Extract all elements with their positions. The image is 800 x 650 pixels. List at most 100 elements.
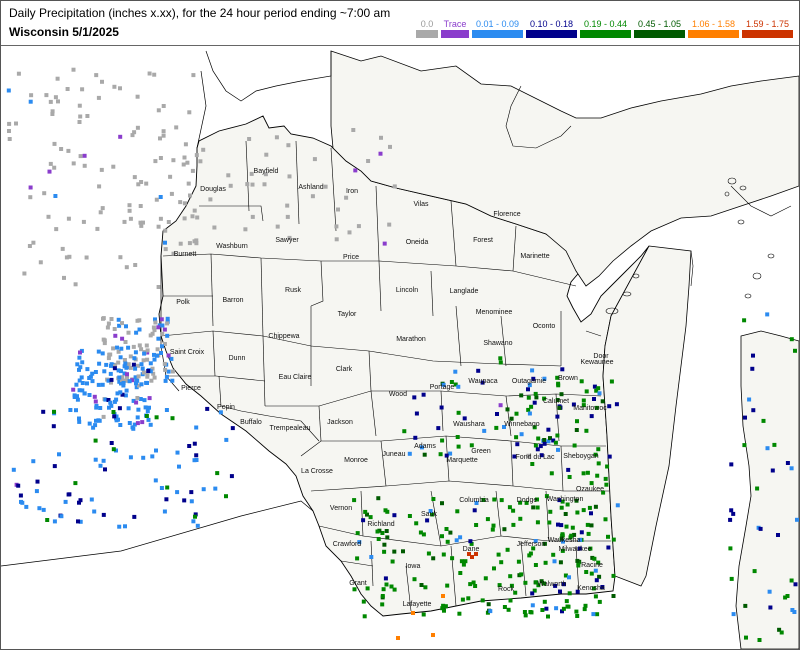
- precip-station: [28, 195, 33, 200]
- precip-station: [191, 519, 196, 524]
- precip-station: [334, 224, 339, 229]
- precip-station: [7, 129, 11, 133]
- precip-station: [7, 137, 12, 141]
- precip-station: [275, 224, 280, 229]
- precip-station: [141, 370, 146, 375]
- legend-item: 0.19 - 0.44: [580, 19, 631, 38]
- county-label: Sheboygan: [563, 453, 599, 460]
- precip-station: [77, 378, 82, 383]
- precip-station: [574, 609, 579, 614]
- precip-station: [118, 255, 123, 260]
- precip-station: [546, 614, 550, 619]
- precip-station: [526, 387, 530, 392]
- precip-station: [456, 384, 461, 389]
- legend-swatch: [688, 30, 739, 38]
- precip-station: [95, 226, 100, 231]
- county-label: Vernon: [330, 505, 352, 512]
- precip-station: [482, 428, 487, 433]
- precip-station: [558, 589, 562, 594]
- precip-station: [63, 499, 68, 504]
- precip-station: [112, 366, 117, 371]
- precip-station: [144, 181, 149, 186]
- precip-station: [20, 500, 25, 505]
- precip-station: [140, 366, 145, 371]
- precip-station: [361, 599, 366, 604]
- county-label: Outagamie: [512, 378, 546, 385]
- precip-station: [155, 347, 160, 352]
- county-label: Manitowoc: [573, 405, 607, 412]
- precip-station: [144, 414, 149, 418]
- precip-station: [469, 443, 474, 448]
- precip-station: [80, 87, 85, 92]
- precip-station: [498, 403, 503, 408]
- precip-station: [535, 520, 540, 525]
- precip-station: [57, 452, 61, 457]
- precip-station: [533, 391, 538, 396]
- county-label: Burnett: [174, 251, 197, 258]
- precip-station: [250, 182, 255, 187]
- precip-station: [115, 391, 120, 396]
- precip-station: [166, 220, 171, 224]
- precip-station: [120, 321, 124, 326]
- precip-station: [126, 406, 131, 411]
- precip-station: [37, 506, 42, 511]
- precip-station: [490, 527, 495, 532]
- county-label: Kewaunee: [580, 359, 613, 366]
- precip-station: [109, 441, 114, 445]
- precip-station: [530, 462, 535, 466]
- county-label: Waukesha: [548, 537, 581, 544]
- precip-station: [163, 240, 167, 245]
- precip-station: [112, 327, 117, 331]
- precip-station: [50, 109, 55, 114]
- precip-station: [153, 478, 158, 483]
- county-label: Menominee: [476, 309, 513, 316]
- precip-station: [116, 360, 121, 365]
- precip-station: [442, 608, 446, 613]
- precip-station: [87, 421, 92, 426]
- precip-station: [77, 103, 82, 108]
- precip-station: [52, 519, 57, 524]
- legend-item: 0.10 - 0.18: [526, 19, 577, 38]
- precip-station: [42, 191, 47, 196]
- precip-station: [603, 517, 608, 522]
- precip-station: [181, 162, 186, 167]
- precip-station: [498, 360, 503, 365]
- precip-station: [744, 635, 748, 640]
- precip-station: [765, 446, 770, 451]
- precip-station: [565, 502, 570, 507]
- precip-station: [78, 365, 83, 370]
- precip-station: [170, 378, 175, 383]
- precip-station: [156, 108, 161, 113]
- precip-station: [133, 263, 138, 267]
- precip-station: [194, 453, 199, 458]
- precip-station: [132, 175, 137, 180]
- precip-station: [606, 545, 611, 550]
- precip-station: [556, 447, 560, 452]
- precip-station: [511, 508, 516, 513]
- precip-station: [389, 584, 394, 589]
- precip-station: [73, 282, 78, 287]
- precip-station: [127, 203, 132, 208]
- county-label: Saint Croix: [170, 349, 205, 356]
- county-label: Vilas: [413, 201, 429, 208]
- precip-station: [161, 104, 166, 108]
- precip-station: [494, 425, 499, 430]
- precip-station: [414, 521, 419, 526]
- precip-station: [604, 482, 609, 487]
- county-label: Dunn: [229, 355, 246, 362]
- precip-station: [789, 578, 794, 583]
- precip-station: [440, 438, 445, 443]
- precip-station: [579, 379, 584, 384]
- precip-station: [14, 121, 18, 126]
- legend-item: Trace: [441, 19, 469, 38]
- precip-station: [108, 371, 113, 376]
- precip-station: [533, 563, 538, 567]
- precip-station: [570, 525, 575, 530]
- precip-station: [567, 475, 572, 479]
- precip-station: [526, 395, 531, 400]
- precip-station: [498, 356, 503, 361]
- precip-station: [584, 389, 589, 394]
- precip-station: [182, 155, 187, 160]
- precip-station: [127, 208, 132, 213]
- precip-station: [779, 630, 784, 635]
